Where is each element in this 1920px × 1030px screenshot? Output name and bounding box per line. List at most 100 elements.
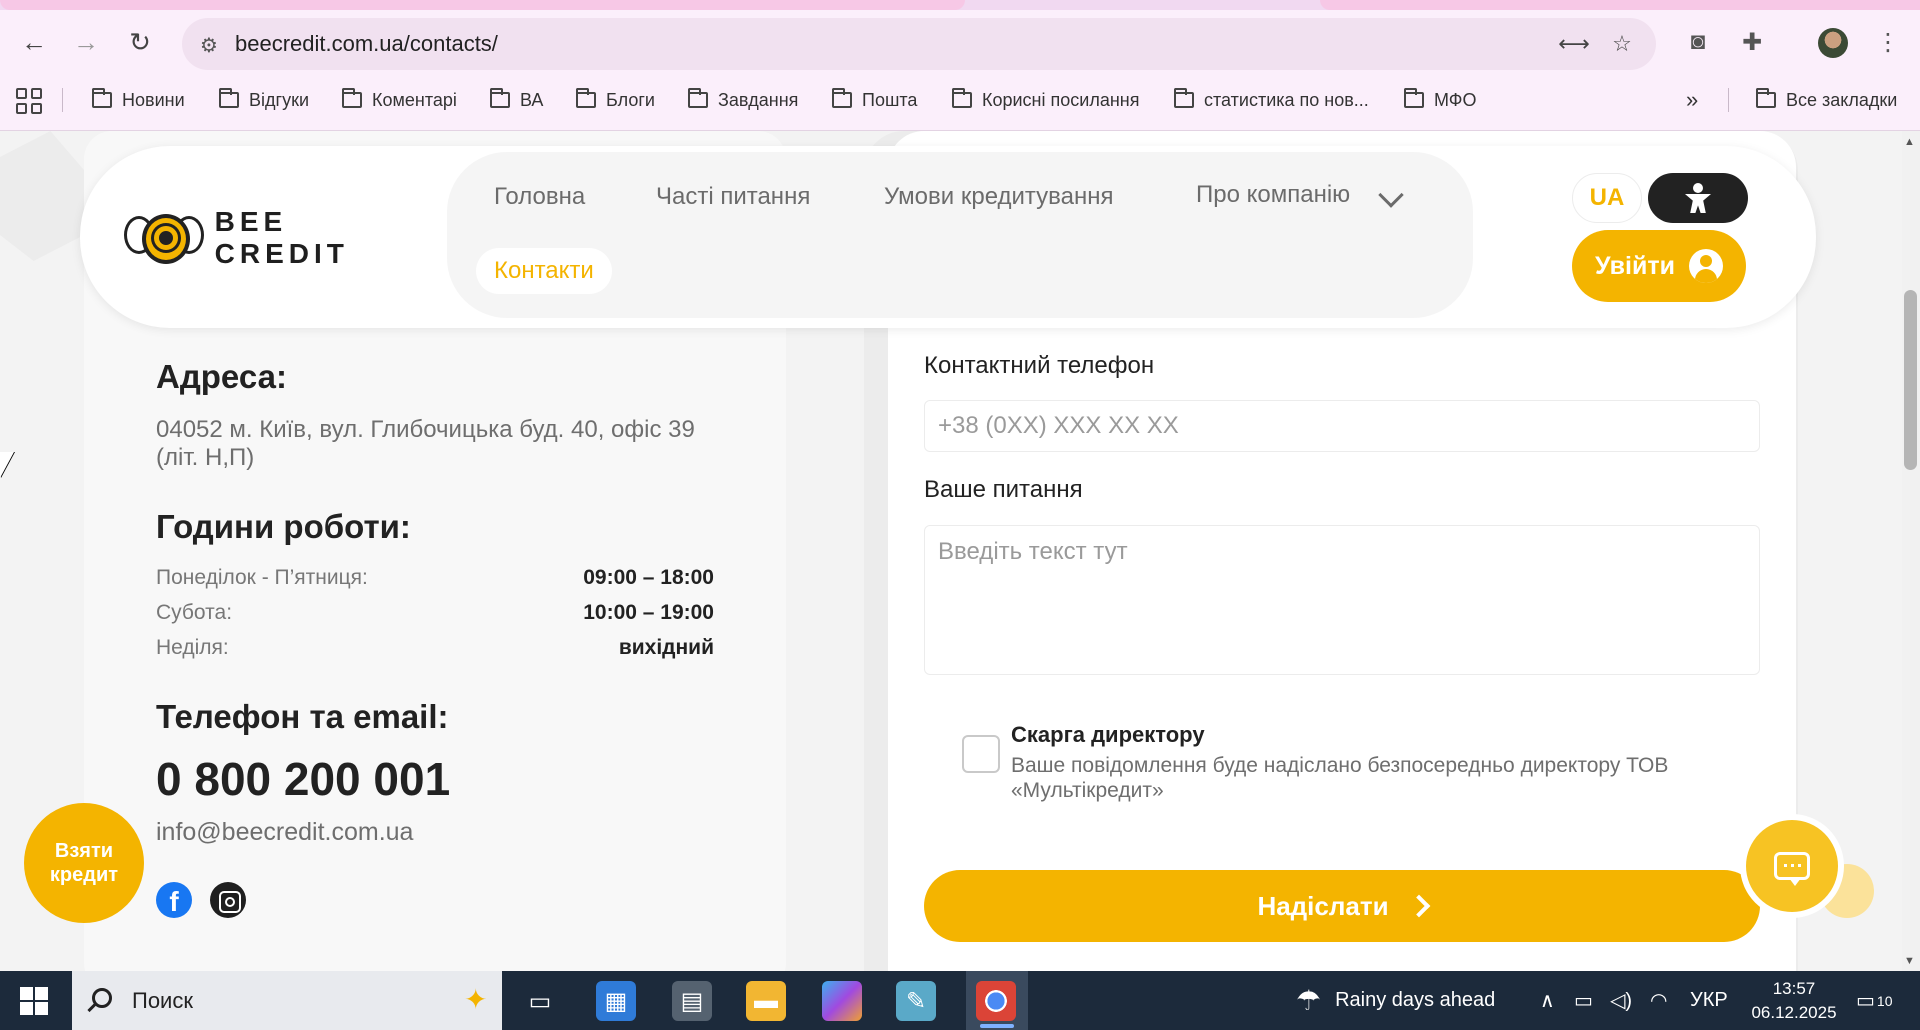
folder-icon	[342, 88, 362, 108]
bookmark-item[interactable]: МФО	[1404, 82, 1476, 118]
bookmark-item[interactable]: Блоги	[576, 82, 655, 118]
bookmark-item[interactable]: Відгуки	[219, 82, 309, 118]
hours-heading: Години роботи:	[156, 508, 411, 545]
file-explorer-icon[interactable]: ▬	[746, 981, 786, 1021]
phone-email-heading: Телефон та email:	[156, 698, 449, 735]
bookmark-item[interactable]: ВА	[490, 82, 543, 118]
bookmark-separator	[1728, 88, 1729, 112]
tab-strip	[0, 0, 1920, 10]
taskbar: Поиск ✦ ▭ ▦ ▤ ▬ ✎ ☂ Rainy days ahead ∧ ▭ …	[0, 971, 1920, 1030]
nav-faq[interactable]: Часті питання	[656, 183, 810, 211]
bookmark-item[interactable]: Новини	[92, 82, 185, 118]
all-bookmarks[interactable]: Все закладки	[1756, 82, 1897, 118]
phone-number[interactable]: 0 800 200 001	[156, 752, 450, 806]
clock[interactable]: 13:57 06.12.2025	[1744, 977, 1844, 1025]
chevron-right-icon	[1407, 894, 1430, 918]
menu-icon[interactable]: ⋮	[1870, 24, 1906, 60]
main-nav	[447, 152, 1473, 318]
chat-icon	[1774, 852, 1810, 886]
email-link[interactable]: info@beecredit.com.ua	[156, 818, 413, 847]
extensions-icon[interactable]: ✚	[1734, 24, 1770, 60]
folder-icon	[92, 88, 112, 108]
logo-text: BEE CREDIT	[214, 206, 349, 269]
folder-icon	[219, 88, 239, 108]
browser-chrome: ← → ↻ ⚙ beecredit.com.ua/contacts/ ⟷ ☆ ◙…	[0, 0, 1920, 131]
submit-button[interactable]: Надіслати	[924, 870, 1760, 942]
back-icon[interactable]: ←	[14, 22, 54, 62]
decorative-hexagon	[0, 131, 84, 261]
mouse-cursor-icon	[0, 452, 14, 478]
weather-widget[interactable]: ☂ Rainy days ahead	[1296, 971, 1495, 1030]
take-credit-button[interactable]: Взяти кредит	[24, 803, 144, 923]
phone-label: Контактний телефон	[924, 352, 1155, 379]
scroll-down-icon[interactable]: ▼	[1904, 955, 1915, 967]
bookmark-item[interactable]: Корисні посилання	[952, 82, 1139, 118]
scroll-up-icon[interactable]: ▲	[1904, 136, 1915, 148]
login-button[interactable]: Увійти	[1572, 230, 1746, 302]
task-view-icon[interactable]: ▭	[520, 981, 560, 1021]
question-label: Ваше питання	[924, 476, 1083, 503]
copilot-icon[interactable]	[822, 981, 862, 1021]
folder-icon	[688, 88, 708, 108]
scrollbar-track[interactable]	[1902, 131, 1920, 971]
hours-row: Субота: 10:00 – 19:00	[156, 601, 714, 624]
camera-icon[interactable]: ◙	[1680, 24, 1716, 60]
network-icon[interactable]: ◠	[1650, 971, 1667, 1030]
folder-icon	[490, 88, 510, 108]
volume-icon[interactable]: ◁)	[1610, 971, 1632, 1030]
notepad-icon[interactable]: ✎	[896, 981, 936, 1021]
site-logo[interactable]: BEE CREDIT	[124, 205, 414, 271]
nav-home[interactable]: Головна	[494, 183, 585, 211]
battery-icon[interactable]: ▭	[1574, 971, 1593, 1030]
bookmarks-bar: Новини Відгуки Коментарі ВА Блоги Завдан…	[0, 82, 1920, 118]
folder-icon	[952, 88, 972, 108]
bookmark-item[interactable]: Завдання	[688, 82, 798, 118]
search-text: Поиск	[132, 988, 193, 1013]
taskbar-search[interactable]: Поиск ✦	[72, 971, 502, 1030]
language-button[interactable]: UA	[1572, 173, 1642, 223]
search-icon	[92, 988, 112, 1008]
bookmark-star-icon[interactable]: ☆	[1606, 28, 1638, 60]
store-icon[interactable]: ▦	[596, 981, 636, 1021]
more-bookmarks-icon[interactable]: »	[1686, 82, 1698, 118]
bookmark-item[interactable]: Пошта	[832, 82, 917, 118]
folder-icon	[1756, 88, 1776, 108]
language-indicator[interactable]: УКР	[1690, 971, 1728, 1030]
folder-icon	[1404, 88, 1424, 108]
url-text[interactable]: beecredit.com.ua/contacts/	[235, 31, 498, 57]
tray-overflow-icon[interactable]: ∧	[1540, 971, 1555, 1030]
user-icon	[1688, 249, 1723, 283]
accessibility-button[interactable]	[1648, 173, 1748, 223]
chrome-icon[interactable]	[976, 981, 1016, 1021]
folder-icon	[576, 88, 596, 108]
complaint-checkbox[interactable]	[962, 735, 1000, 773]
bookmark-item[interactable]: Коментарі	[342, 82, 457, 118]
umbrella-icon: ☂	[1296, 985, 1322, 1016]
nav-credit-terms[interactable]: Умови кредитування	[884, 183, 1114, 211]
folder-icon	[832, 88, 852, 108]
bookmark-item[interactable]: статистика по нов...	[1174, 82, 1369, 118]
hours-row: Неділя: вихідний	[156, 636, 714, 659]
translate-icon[interactable]: ⟷	[1558, 28, 1590, 60]
address-bar[interactable]: ⚙ beecredit.com.ua/contacts/ ⟷ ☆	[182, 18, 1656, 70]
reload-icon[interactable]: ↻	[120, 22, 160, 62]
address-heading: Адреса:	[156, 358, 287, 395]
accessibility-icon	[1685, 183, 1711, 213]
instagram-icon[interactable]	[210, 882, 246, 918]
scrollbar-thumb[interactable]	[1904, 290, 1917, 470]
forward-icon[interactable]: →	[66, 22, 106, 62]
hours-row: Понеділок - П’ятниця: 09:00 – 18:00	[156, 566, 714, 589]
notifications-icon[interactable]: ▭ 10	[1856, 971, 1892, 1030]
facebook-icon[interactable]: f	[156, 882, 192, 918]
address-text: 04052 м. Київ, вул. Глибочицька буд. 40,…	[156, 416, 695, 471]
profile-avatar[interactable]	[1818, 28, 1848, 58]
windows-start-icon[interactable]	[20, 987, 48, 1015]
complaint-title: Скарга директору	[1011, 722, 1205, 747]
nav-about[interactable]: Про компанію	[1196, 181, 1350, 209]
calculator-icon[interactable]: ▤	[672, 981, 712, 1021]
chat-button[interactable]	[1746, 820, 1838, 912]
phone-input[interactable]	[924, 400, 1760, 452]
nav-contacts[interactable]: Контакти	[476, 248, 612, 294]
site-info-icon[interactable]: ⚙	[194, 30, 224, 60]
question-textarea[interactable]	[924, 525, 1760, 675]
